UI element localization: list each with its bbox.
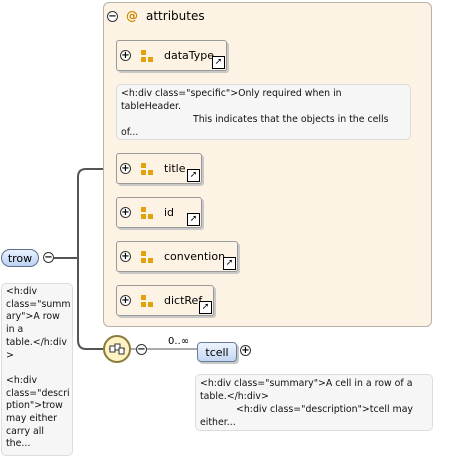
attributes-header: − @ attributes <box>107 8 205 24</box>
doc-line: <h:div class="specific">Only required wh… <box>121 88 342 99</box>
attribute-label: dataType <box>164 49 215 62</box>
doc-line: table.</h:div <box>6 336 67 348</box>
attribute-convention[interactable]: + convention ➚ <box>116 241 238 272</box>
at-icon: @ <box>126 9 138 23</box>
link-arrow-icon[interactable]: ➚ <box>199 301 212 314</box>
attribute-label: title <box>164 162 186 175</box>
attribute-label: id <box>164 206 175 219</box>
attribute-icon <box>141 162 153 175</box>
doc-line: This indicates that the objects in the c… <box>193 114 389 125</box>
doc-line: <h:div class="summary">A cell in a row o… <box>200 378 413 389</box>
doc-line: class="descri <box>6 387 70 399</box>
doc-line: class="summ <box>6 298 71 310</box>
datatype-doc: <h:div class="specific">Only required wh… <box>116 84 411 140</box>
doc-line: either... <box>200 417 236 428</box>
attribute-id[interactable]: + id ➚ <box>116 197 202 228</box>
sequence-compositor[interactable] <box>103 335 131 363</box>
attribute-dictref[interactable]: + dictRef ➚ <box>116 285 214 316</box>
doc-line: in a <box>6 324 24 336</box>
minus-circle-icon[interactable]: − <box>107 10 118 22</box>
doc-line: <h:div <box>6 286 38 297</box>
minus-circle-icon[interactable]: − <box>43 252 54 263</box>
attribute-label: convention <box>164 250 226 263</box>
doc-line: ary">A row <box>6 311 60 323</box>
link-arrow-icon[interactable]: ➚ <box>187 169 200 182</box>
doc-line: table.</h:div> <box>200 391 269 402</box>
attribute-icon <box>141 49 153 62</box>
minus-circle-icon[interactable]: − <box>136 344 147 355</box>
doc-line: <h:div class="description">tcell may <box>236 404 413 415</box>
plus-circle-icon[interactable]: + <box>120 163 131 174</box>
attribute-datatype[interactable]: + dataType ➚ <box>116 40 227 71</box>
plus-circle-icon[interactable]: + <box>120 251 131 262</box>
plus-circle-icon[interactable]: + <box>120 295 131 306</box>
attribute-title[interactable]: + title ➚ <box>116 153 202 184</box>
plus-circle-icon[interactable]: + <box>240 345 251 356</box>
doc-line: tableHeader. <box>121 101 181 112</box>
attribute-label: dictRef <box>164 294 203 307</box>
sequence-icon <box>109 343 125 355</box>
link-arrow-icon[interactable]: ➚ <box>223 257 236 270</box>
doc-line <box>6 362 68 375</box>
doc-line: <h:div <box>6 374 38 386</box>
link-arrow-icon[interactable]: ➚ <box>187 213 200 226</box>
child-element-tcell[interactable]: tcell <box>197 342 237 362</box>
plus-circle-icon[interactable]: + <box>120 50 131 61</box>
doc-line: may either <box>6 413 58 425</box>
attribute-icon <box>141 294 153 307</box>
doc-line: > <box>6 349 14 361</box>
trow-doc: <h:div class="summ ary">A row in a table… <box>1 283 73 456</box>
doc-line: of... <box>121 127 139 138</box>
plus-circle-icon[interactable]: + <box>120 207 131 218</box>
doc-line: carry all <box>6 425 44 437</box>
occurrence-label: 0..∞ <box>168 336 190 347</box>
doc-line: ption">trow <box>6 400 63 412</box>
attribute-icon <box>141 206 153 219</box>
doc-line: the... <box>6 438 31 450</box>
attributes-title: attributes <box>146 9 205 23</box>
root-element-trow[interactable]: trow <box>1 249 39 267</box>
link-arrow-icon[interactable]: ➚ <box>212 56 225 69</box>
tcell-doc: <h:div class="summary">A cell in a row o… <box>195 374 433 431</box>
attribute-icon <box>141 250 153 263</box>
